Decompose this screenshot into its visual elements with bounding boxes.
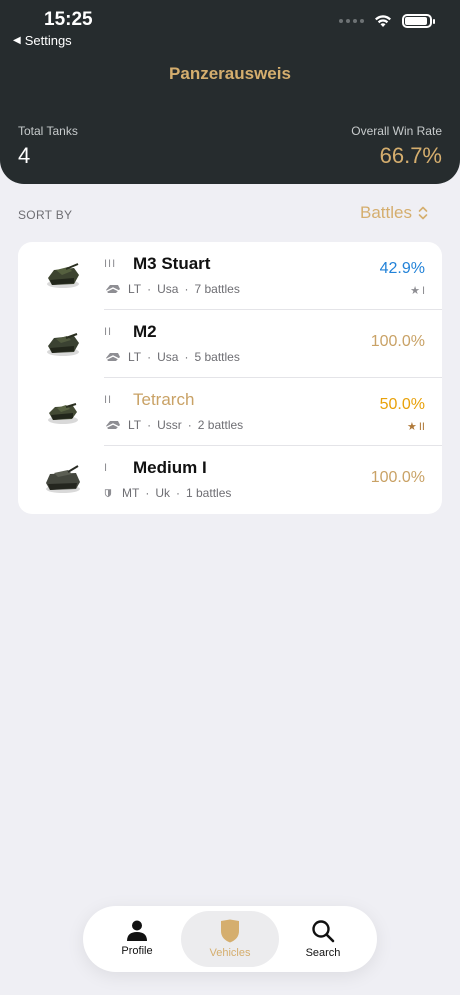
total-tanks-stat: Total Tanks 4 (18, 124, 78, 169)
win-rate-value: 66.7% (379, 143, 442, 168)
tank-nation: Ussr (157, 418, 182, 432)
tank-name: Medium I (133, 458, 207, 477)
tank-meta: MT · Uk · 1 battles (104, 486, 231, 500)
tank-meta: LT · Usa · 5 battles (104, 350, 240, 364)
tank-tier: II (104, 394, 113, 406)
tab-label: Vehicles (209, 947, 251, 959)
medium-tank-icon (104, 489, 112, 498)
chevron-up-down-icon (418, 206, 428, 220)
tank-nation: Usa (157, 282, 179, 296)
tank-type: LT (128, 350, 142, 364)
tank-win-rate: 100.0% (370, 469, 425, 486)
mastery-badge: ★ II (407, 420, 425, 434)
light-tank-icon (104, 353, 122, 361)
sort-selected-value: Battles (360, 203, 412, 222)
header: 15:25 ◀ Settings Panzerausweis Total Tan… (0, 0, 460, 184)
tab-profile[interactable]: Profile (88, 911, 186, 967)
back-label: Settings (24, 33, 72, 48)
status-icons (339, 14, 435, 28)
shield-icon (221, 919, 239, 943)
tank-name: Tetrarch (133, 390, 195, 409)
tank-image (47, 333, 79, 356)
tank-row[interactable]: II M2 LT · Usa · 5 battles 100.0% (18, 310, 442, 378)
tank-row[interactable]: I Medium I MT · Uk · 1 battles 100.0% (18, 446, 442, 514)
tank-win-rate: 50.0% (379, 396, 425, 413)
tab-label: Profile (121, 945, 153, 957)
meta-separator: · (187, 418, 192, 432)
star-icon: ★ (410, 285, 420, 297)
total-tanks-value: 4 (18, 143, 31, 168)
tank-battles: 5 battles (194, 350, 240, 364)
tank-nation: Usa (157, 350, 179, 364)
light-tank-icon (104, 285, 122, 293)
tank-tier: II (104, 326, 113, 338)
tank-type: LT (128, 418, 142, 432)
page-title: Panzerausweis (169, 64, 291, 83)
signal-icon (339, 19, 364, 23)
mastery-badge: ★ I (410, 284, 425, 298)
meta-separator: · (176, 486, 180, 500)
meta-separator: · (147, 282, 152, 296)
star-icon: ★ (407, 421, 417, 433)
battery-icon (402, 14, 435, 28)
tank-tier: III (104, 258, 117, 270)
win-rate-stat: Overall Win Rate 66.7% (351, 124, 442, 169)
tank-meta: LT · Ussr · 2 battles (104, 418, 243, 432)
total-tanks-label: Total Tanks (18, 124, 78, 138)
tab-bar: Profile Vehicles Search (83, 906, 377, 972)
tank-row[interactable]: II Tetrarch LT · Ussr · 2 battles 50.0% … (18, 378, 442, 446)
person-icon (127, 920, 147, 941)
tank-name: M2 (133, 322, 157, 341)
tank-meta: LT · Usa · 7 battles (104, 282, 240, 296)
tank-type: LT (128, 282, 142, 296)
tank-list: III M3 Stuart LT · Usa · 7 battles 42.9%… (18, 242, 442, 514)
meta-separator: · (184, 282, 189, 296)
win-rate-label: Overall Win Rate (351, 124, 442, 138)
tank-win-rate: 100.0% (370, 333, 425, 350)
light-tank-icon (104, 421, 122, 429)
tab-search[interactable]: Search (274, 911, 372, 967)
back-arrow-icon: ◀ (13, 35, 21, 46)
mastery-level: II (418, 420, 425, 433)
tank-name: M3 Stuart (133, 254, 211, 273)
status-time: 15:25 (44, 9, 93, 30)
tank-tier: I (104, 462, 109, 474)
tank-image (47, 263, 79, 288)
tank-type: MT (122, 486, 140, 500)
tank-image (48, 403, 78, 424)
mastery-level: I (421, 284, 425, 297)
sort-by-label: SORT BY (18, 208, 73, 222)
sort-selector[interactable]: Battles (360, 203, 428, 223)
tank-row[interactable]: III M3 Stuart LT · Usa · 7 battles 42.9%… (18, 242, 442, 310)
tab-label: Search (305, 947, 341, 959)
meta-separator: · (147, 350, 152, 364)
tank-image (46, 465, 80, 493)
magnifier-icon (312, 920, 335, 943)
meta-separator: · (147, 418, 152, 432)
tank-nation: Uk (155, 486, 170, 500)
meta-separator: · (184, 350, 189, 364)
tank-win-rate: 42.9% (379, 260, 425, 277)
meta-separator: · (145, 486, 150, 500)
tab-vehicles[interactable]: Vehicles (181, 911, 279, 967)
wifi-icon (375, 15, 391, 27)
back-to-settings-link[interactable]: ◀ Settings (13, 33, 72, 48)
tank-battles: 2 battles (197, 418, 244, 432)
tank-battles: 7 battles (194, 282, 240, 296)
tank-battles: 1 battles (186, 486, 232, 500)
